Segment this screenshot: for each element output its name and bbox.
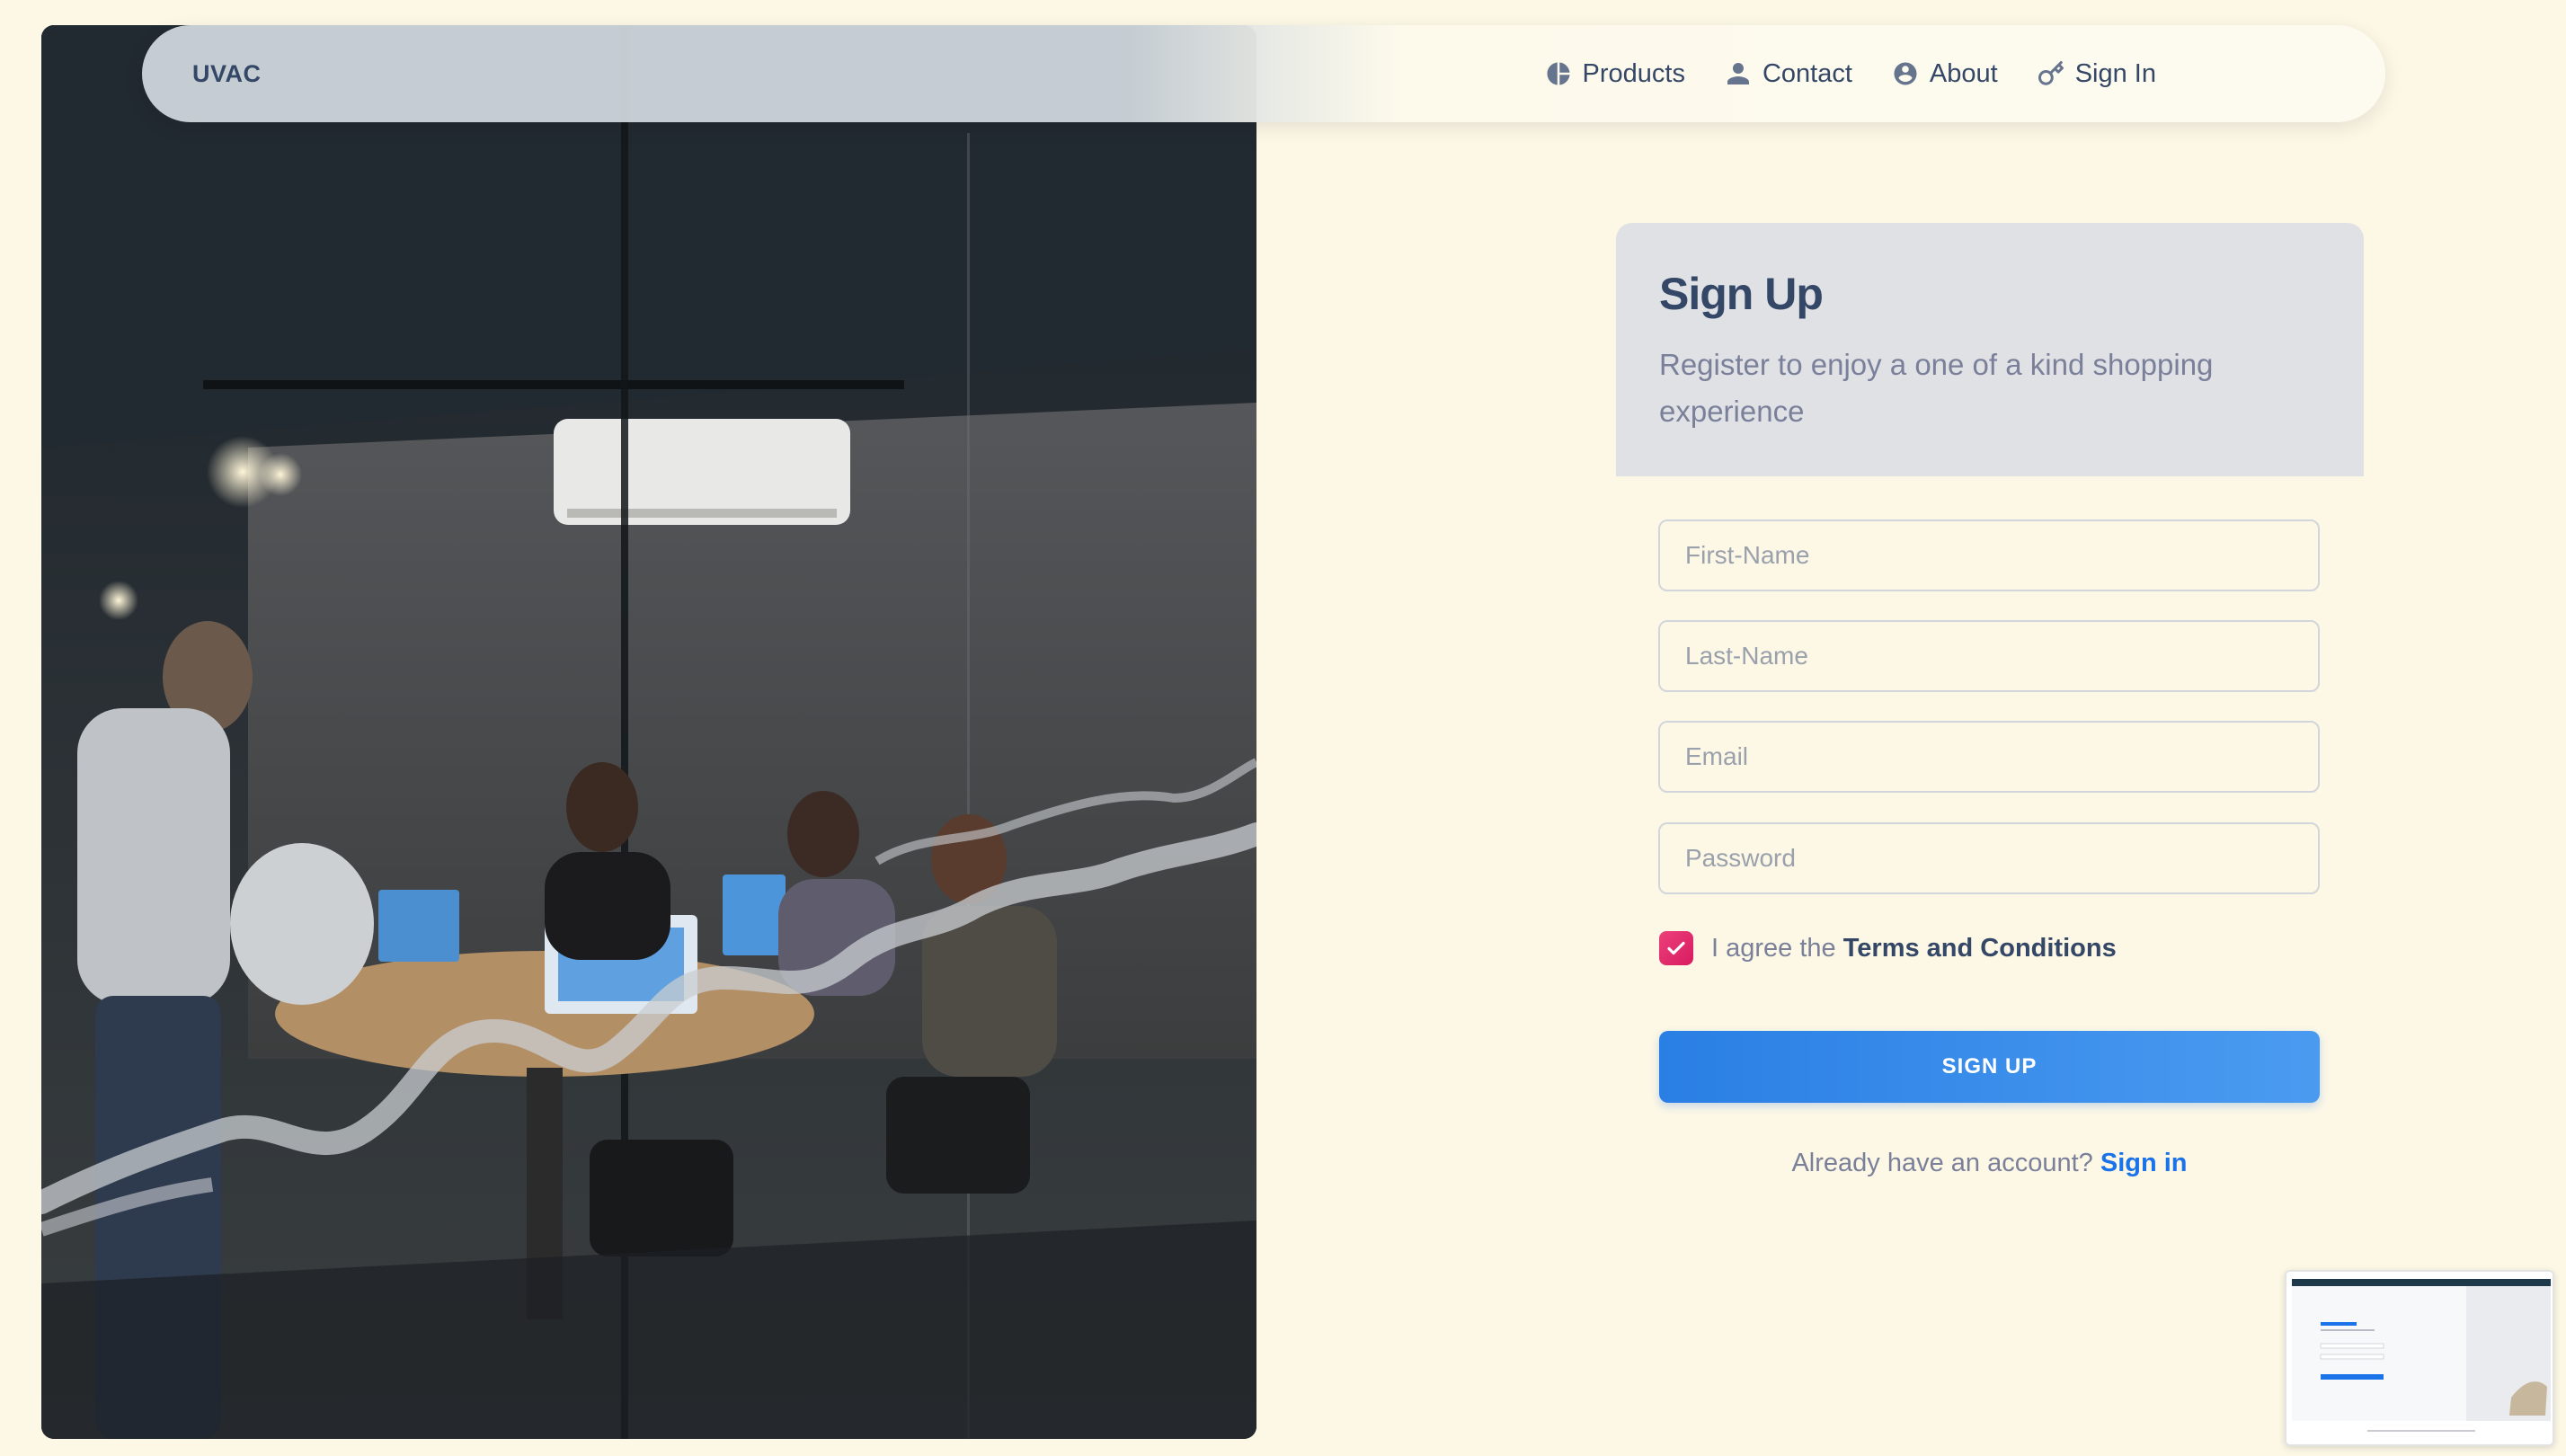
terms-prefix: I agree the xyxy=(1711,933,1843,963)
sign-up-button[interactable]: SIGN UP xyxy=(1659,1031,2320,1103)
nav-links: Products Contact About Sign In xyxy=(1545,25,2156,122)
sign-in-prompt: Already have an account? Sign in xyxy=(1659,1149,2320,1178)
terms-link[interactable]: Terms and Conditions xyxy=(1843,934,2117,963)
key-icon xyxy=(2038,61,2064,85)
first-name-field[interactable] xyxy=(1658,519,2320,591)
email-field[interactable] xyxy=(1658,721,2320,793)
sign-in-link[interactable]: Sign in xyxy=(2100,1149,2188,1177)
sign-in-prompt-text: Already have an account? xyxy=(1791,1149,2093,1177)
page-subtitle: Register to enjoy a one of a kind shoppi… xyxy=(1659,348,2214,428)
hero-image xyxy=(41,25,1256,1439)
terms-checkbox[interactable] xyxy=(1659,931,1693,965)
brand-logo[interactable]: UVAC xyxy=(192,25,262,122)
nav-link-about[interactable]: About xyxy=(1892,59,1998,89)
nav-link-label: Contact xyxy=(1762,58,1852,88)
person-icon xyxy=(1727,63,1749,84)
page-title: Sign Up xyxy=(1659,269,1824,319)
password-field[interactable] xyxy=(1658,822,2320,894)
account-circle-icon xyxy=(1894,62,1917,85)
nav-link-label: Sign In xyxy=(2074,58,2156,88)
page: UVAC Products Contact About Sign In Sign… xyxy=(0,0,2566,1456)
preview-thumbnail-image xyxy=(2286,1272,2553,1444)
nav-link-products[interactable]: Products xyxy=(1545,59,1685,89)
nav-link-label: Products xyxy=(1582,58,1685,88)
nav-link-sign-in[interactable]: Sign In xyxy=(2038,59,2156,89)
check-icon xyxy=(1667,941,1685,955)
navbar: UVAC Products Contact About Sign In xyxy=(142,25,2385,122)
nav-link-contact[interactable]: Contact xyxy=(1725,59,1852,89)
preview-thumbnail[interactable] xyxy=(2285,1270,2554,1446)
meeting-room-illustration xyxy=(41,25,1256,1439)
last-name-field[interactable] xyxy=(1658,620,2320,692)
pie-chart-icon xyxy=(1547,62,1569,85)
nav-link-label: About xyxy=(1929,58,1998,88)
terms-row: I agree the Terms and Conditions xyxy=(1659,931,2117,965)
terms-label: I agree the Terms and Conditions xyxy=(1711,934,2117,963)
signup-header: Sign Up Register to enjoy a one of a kin… xyxy=(1616,223,2364,476)
